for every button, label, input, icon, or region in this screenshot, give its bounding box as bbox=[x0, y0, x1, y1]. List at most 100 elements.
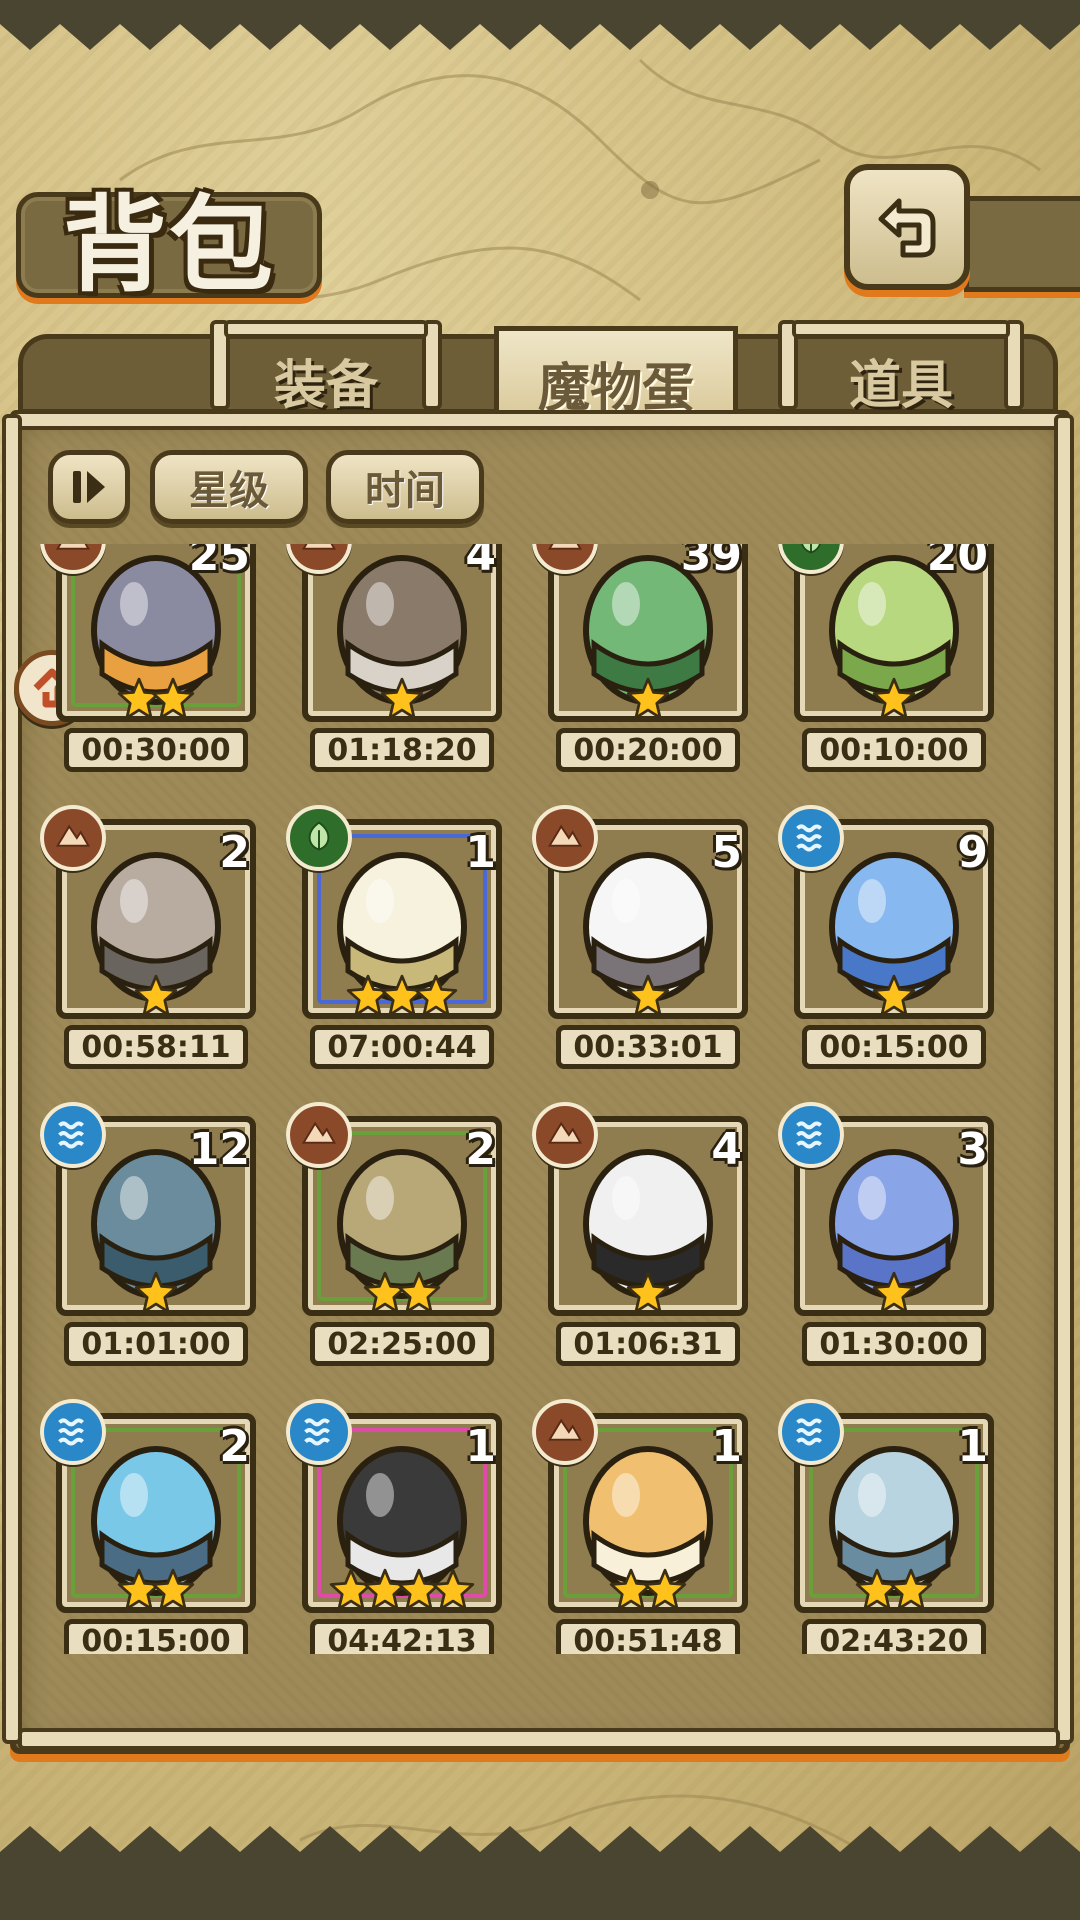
egg-item[interactable]: 1 00:51:48 bbox=[532, 1399, 748, 1654]
egg-grid: 25 00:30:00 4 01:18:20 39 00:20:00 20 00:10:00 2… bbox=[40, 544, 1050, 1654]
hatch-timer: 00:15:00 bbox=[802, 1025, 986, 1069]
hatch-timer: 01:18:20 bbox=[310, 728, 494, 772]
egg-item[interactable]: 12 01:01:00 bbox=[40, 1102, 256, 1376]
star-icon bbox=[431, 1568, 475, 1612]
sort-by-time-button[interactable]: 时间 bbox=[326, 450, 484, 524]
tab-label: 道具 bbox=[848, 354, 953, 416]
header-strip-right bbox=[964, 196, 1080, 292]
egg-count: 12 bbox=[188, 1124, 250, 1175]
page-title: 背包 bbox=[62, 182, 275, 306]
star-rating bbox=[56, 1565, 256, 1615]
star-icon bbox=[626, 1271, 670, 1315]
egg-count: 20 bbox=[926, 544, 988, 581]
hatch-timer: 00:58:11 bbox=[64, 1025, 248, 1069]
star-rating bbox=[302, 674, 502, 724]
egg-item[interactable]: 4 01:18:20 bbox=[286, 544, 502, 782]
egg-item[interactable]: 5 00:33:01 bbox=[532, 805, 748, 1079]
egg-item[interactable]: 1 07:00:44 bbox=[286, 805, 502, 1079]
tab-items[interactable]: 道具 bbox=[778, 320, 1024, 418]
tab-equipment[interactable]: 装备 bbox=[210, 320, 442, 418]
bottom-border bbox=[0, 1826, 1080, 1920]
sort-order-button[interactable] bbox=[48, 450, 130, 524]
water-element-icon bbox=[40, 1102, 106, 1168]
egg-count: 2 bbox=[219, 827, 250, 878]
star-icon bbox=[380, 677, 424, 721]
egg-item[interactable]: 2 00:58:11 bbox=[40, 805, 256, 1079]
star-icon bbox=[872, 677, 916, 721]
water-element-icon bbox=[286, 1399, 352, 1465]
egg-count: 39 bbox=[680, 544, 742, 581]
hatch-timer: 04:42:13 bbox=[310, 1619, 494, 1654]
star-icon bbox=[872, 1271, 916, 1315]
hatch-timer: 00:15:00 bbox=[64, 1619, 248, 1654]
egg-item[interactable]: 4 01:06:31 bbox=[532, 1102, 748, 1376]
hatch-timer: 02:43:20 bbox=[802, 1619, 986, 1654]
egg-item[interactable]: 1 02:43:20 bbox=[778, 1399, 994, 1654]
star-icon bbox=[626, 974, 670, 1018]
star-rating bbox=[548, 971, 748, 1021]
star-rating bbox=[548, 1268, 748, 1318]
hatch-timer: 00:10:00 bbox=[802, 728, 986, 772]
star-icon bbox=[397, 1271, 441, 1315]
star-rating bbox=[56, 674, 256, 724]
tab-rail-top bbox=[792, 320, 1010, 338]
star-rating bbox=[794, 1268, 994, 1318]
star-rating bbox=[794, 971, 994, 1021]
hatch-timer: 00:20:00 bbox=[556, 728, 740, 772]
star-icon bbox=[134, 1271, 178, 1315]
star-icon bbox=[872, 974, 916, 1018]
egg-count: 1 bbox=[465, 827, 496, 878]
star-rating bbox=[302, 1565, 502, 1615]
egg-count: 9 bbox=[957, 827, 988, 878]
star-rating bbox=[548, 1565, 748, 1615]
egg-item[interactable]: 39 00:20:00 bbox=[532, 544, 748, 782]
star-rating bbox=[794, 674, 994, 724]
star-icon bbox=[151, 677, 195, 721]
egg-count: 3 bbox=[957, 1124, 988, 1175]
water-element-icon bbox=[778, 1399, 844, 1465]
earth-element-icon bbox=[286, 1102, 352, 1168]
water-element-icon bbox=[778, 1102, 844, 1168]
hatch-timer: 01:01:00 bbox=[64, 1322, 248, 1366]
egg-count: 2 bbox=[219, 1421, 250, 1472]
egg-item[interactable]: 1 04:42:13 bbox=[286, 1399, 502, 1654]
back-button[interactable] bbox=[844, 164, 970, 290]
star-icon bbox=[134, 974, 178, 1018]
egg-item[interactable]: 20 00:10:00 bbox=[778, 544, 994, 782]
tab-rail-top bbox=[224, 320, 428, 338]
sort-by-star-button[interactable]: 星级 bbox=[150, 450, 308, 524]
star-icon bbox=[626, 677, 670, 721]
star-icon bbox=[889, 1568, 933, 1612]
panel-rail-top bbox=[10, 410, 1070, 430]
egg-count: 5 bbox=[711, 827, 742, 878]
egg-count: 25 bbox=[188, 544, 250, 581]
star-rating bbox=[548, 674, 748, 724]
star-icon bbox=[643, 1568, 687, 1612]
egg-item[interactable]: 2 02:25:00 bbox=[286, 1102, 502, 1376]
star-rating bbox=[56, 971, 256, 1021]
egg-count: 2 bbox=[465, 1124, 496, 1175]
egg-item[interactable]: 25 00:30:00 bbox=[40, 544, 256, 782]
water-element-icon bbox=[40, 1399, 106, 1465]
egg-item[interactable]: 3 01:30:00 bbox=[778, 1102, 994, 1376]
hatch-timer: 00:33:01 bbox=[556, 1025, 740, 1069]
nature-element-icon bbox=[286, 805, 352, 871]
hatch-timer: 01:06:31 bbox=[556, 1322, 740, 1366]
earth-element-icon bbox=[532, 1399, 598, 1465]
water-element-icon bbox=[778, 805, 844, 871]
hatch-timer: 00:30:00 bbox=[64, 728, 248, 772]
panel-rail-right bbox=[1054, 414, 1074, 1744]
star-icon bbox=[414, 974, 458, 1018]
hatch-timer: 07:00:44 bbox=[310, 1025, 494, 1069]
hatch-timer: 00:51:48 bbox=[556, 1619, 740, 1654]
egg-count: 1 bbox=[465, 1421, 496, 1472]
hatch-timer: 02:25:00 bbox=[310, 1322, 494, 1366]
star-rating bbox=[794, 1565, 994, 1615]
earth-element-icon bbox=[532, 805, 598, 871]
star-rating bbox=[302, 971, 502, 1021]
earth-element-icon bbox=[532, 1102, 598, 1168]
egg-item[interactable]: 2 00:15:00 bbox=[40, 1399, 256, 1654]
star-rating bbox=[302, 1268, 502, 1318]
earth-element-icon bbox=[40, 805, 106, 871]
egg-item[interactable]: 9 00:15:00 bbox=[778, 805, 994, 1079]
